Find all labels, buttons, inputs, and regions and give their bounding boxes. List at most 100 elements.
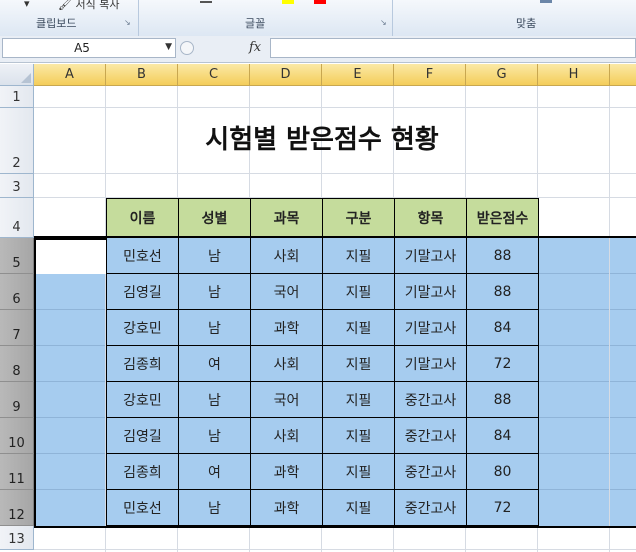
- dropdown-arrow-icon[interactable]: ▾: [24, 0, 30, 10]
- wrap-text-button[interactable]: [540, 0, 552, 3]
- cell-score[interactable]: 80: [466, 453, 539, 490]
- row-header-1[interactable]: 1: [0, 86, 34, 108]
- cell-type[interactable]: 지필: [322, 381, 395, 418]
- header-type[interactable]: 구분: [322, 198, 395, 238]
- select-all-button[interactable]: [0, 64, 34, 86]
- cell-type[interactable]: 지필: [322, 489, 395, 526]
- cell-exam[interactable]: 중간고사: [394, 453, 467, 490]
- cell-type[interactable]: 지필: [322, 417, 395, 454]
- cell-name[interactable]: 김종희: [106, 345, 179, 382]
- row-header-10[interactable]: 10: [0, 418, 34, 454]
- cell-subject[interactable]: 국어: [250, 273, 323, 310]
- format-painter-label: 서식 복사: [75, 0, 120, 11]
- cell-subject[interactable]: 사회: [250, 417, 323, 454]
- cell-exam[interactable]: 중간고사: [394, 417, 467, 454]
- row-header-13[interactable]: 13: [0, 526, 34, 550]
- cell-score[interactable]: 72: [466, 489, 539, 526]
- cell-subject[interactable]: 사회: [250, 345, 323, 382]
- cell-gender[interactable]: 남: [178, 273, 251, 310]
- clipboard-launcher-icon[interactable]: ↘: [124, 18, 131, 27]
- column-header-a[interactable]: A: [34, 64, 106, 86]
- font-color-button[interactable]: [314, 0, 326, 4]
- name-box[interactable]: A5 ▼: [2, 38, 176, 58]
- cell-gender[interactable]: 남: [178, 417, 251, 454]
- cell-type[interactable]: 지필: [322, 273, 395, 310]
- cell-name[interactable]: 김영길: [106, 417, 179, 454]
- row-header-12[interactable]: 12: [0, 490, 34, 526]
- row-header-9[interactable]: 9: [0, 382, 34, 418]
- cell-exam[interactable]: 중간고사: [394, 489, 467, 526]
- header-name[interactable]: 이름: [106, 198, 179, 238]
- row-header-2[interactable]: 2: [0, 108, 34, 174]
- gridline: [465, 526, 466, 552]
- cell-exam[interactable]: 기말고사: [394, 345, 467, 382]
- row-header-5[interactable]: 5: [0, 238, 34, 274]
- cell-name[interactable]: 강호민: [106, 309, 179, 346]
- row-header-7[interactable]: 7: [0, 310, 34, 346]
- column-header-d[interactable]: D: [250, 64, 322, 86]
- font-launcher-icon[interactable]: ↘: [380, 18, 387, 27]
- cell-subject[interactable]: 국어: [250, 381, 323, 418]
- table-row: 김종희 여 사회 지필 기말고사 72: [106, 345, 539, 382]
- header-score[interactable]: 받은점수: [466, 198, 539, 238]
- cell-type[interactable]: 지필: [322, 345, 395, 382]
- table-row: 김영길 남 사회 지필 중간고사 84: [106, 417, 539, 454]
- insert-function-button[interactable]: fx: [249, 40, 261, 55]
- row-header-11[interactable]: 11: [0, 454, 34, 490]
- cell-name[interactable]: 강호민: [106, 381, 179, 418]
- cell-subject[interactable]: 과학: [250, 309, 323, 346]
- formula-input[interactable]: [270, 38, 636, 58]
- alignment-group-label: 맞춤: [516, 17, 537, 30]
- cell-score[interactable]: 88: [466, 237, 539, 274]
- cell-subject[interactable]: 과학: [250, 453, 323, 490]
- row-header-3[interactable]: 3: [0, 174, 34, 198]
- cell-subject[interactable]: 사회: [250, 237, 323, 274]
- row-header-8[interactable]: 8: [0, 346, 34, 382]
- formula-bar-resize-handle[interactable]: [180, 41, 194, 55]
- format-painter-button[interactable]: 🖌 서식 복사: [58, 0, 119, 12]
- header-gender[interactable]: 성별: [178, 198, 251, 238]
- chevron-down-icon[interactable]: ▼: [165, 42, 172, 52]
- header-subject[interactable]: 과목: [250, 198, 323, 238]
- cell-exam[interactable]: 기말고사: [394, 273, 467, 310]
- cell-type[interactable]: 지필: [322, 237, 395, 274]
- score-table: 이름 성별 과목 구분 항목 받은점수 민호선 남 사회 지필 기말고사 88 …: [106, 198, 539, 526]
- header-exam[interactable]: 항목: [394, 198, 467, 238]
- column-header-f[interactable]: F: [394, 64, 466, 86]
- cell-name[interactable]: 김영길: [106, 273, 179, 310]
- font-group-label: 글꼴: [245, 17, 266, 30]
- cell-type[interactable]: 지필: [322, 309, 395, 346]
- cell-score[interactable]: 88: [466, 273, 539, 310]
- cell-exam[interactable]: 기말고사: [394, 237, 467, 274]
- table-row: 김영길 남 국어 지필 기말고사 88: [106, 273, 539, 310]
- border-button[interactable]: [200, 1, 212, 3]
- column-header-g[interactable]: G: [466, 64, 538, 86]
- cell-gender[interactable]: 여: [178, 453, 251, 490]
- cell-gender[interactable]: 남: [178, 309, 251, 346]
- active-cell-a5[interactable]: [34, 238, 106, 274]
- cell-name[interactable]: 민호선: [106, 237, 179, 274]
- column-header-e[interactable]: E: [322, 64, 394, 86]
- cell-score[interactable]: 84: [466, 417, 539, 454]
- column-header-c[interactable]: C: [178, 64, 250, 86]
- column-header-h[interactable]: H: [538, 64, 610, 86]
- cell-gender[interactable]: 남: [178, 489, 251, 526]
- cell-gender[interactable]: 남: [178, 381, 251, 418]
- cell-score[interactable]: 88: [466, 381, 539, 418]
- cell-exam[interactable]: 중간고사: [394, 381, 467, 418]
- fill-color-button[interactable]: [282, 0, 294, 4]
- cell-gender[interactable]: 여: [178, 345, 251, 382]
- cell-exam[interactable]: 기말고사: [394, 309, 467, 346]
- gridline: [34, 549, 636, 550]
- cell-name[interactable]: 김종희: [106, 453, 179, 490]
- column-header-i[interactable]: [610, 64, 636, 86]
- cell-type[interactable]: 지필: [322, 453, 395, 490]
- column-header-b[interactable]: B: [106, 64, 178, 86]
- cell-gender[interactable]: 남: [178, 237, 251, 274]
- cell-score[interactable]: 84: [466, 309, 539, 346]
- cell-name[interactable]: 민호선: [106, 489, 179, 526]
- cell-subject[interactable]: 과학: [250, 489, 323, 526]
- row-header-6[interactable]: 6: [0, 274, 34, 310]
- cell-score[interactable]: 72: [466, 345, 539, 382]
- row-header-4[interactable]: 4: [0, 198, 34, 238]
